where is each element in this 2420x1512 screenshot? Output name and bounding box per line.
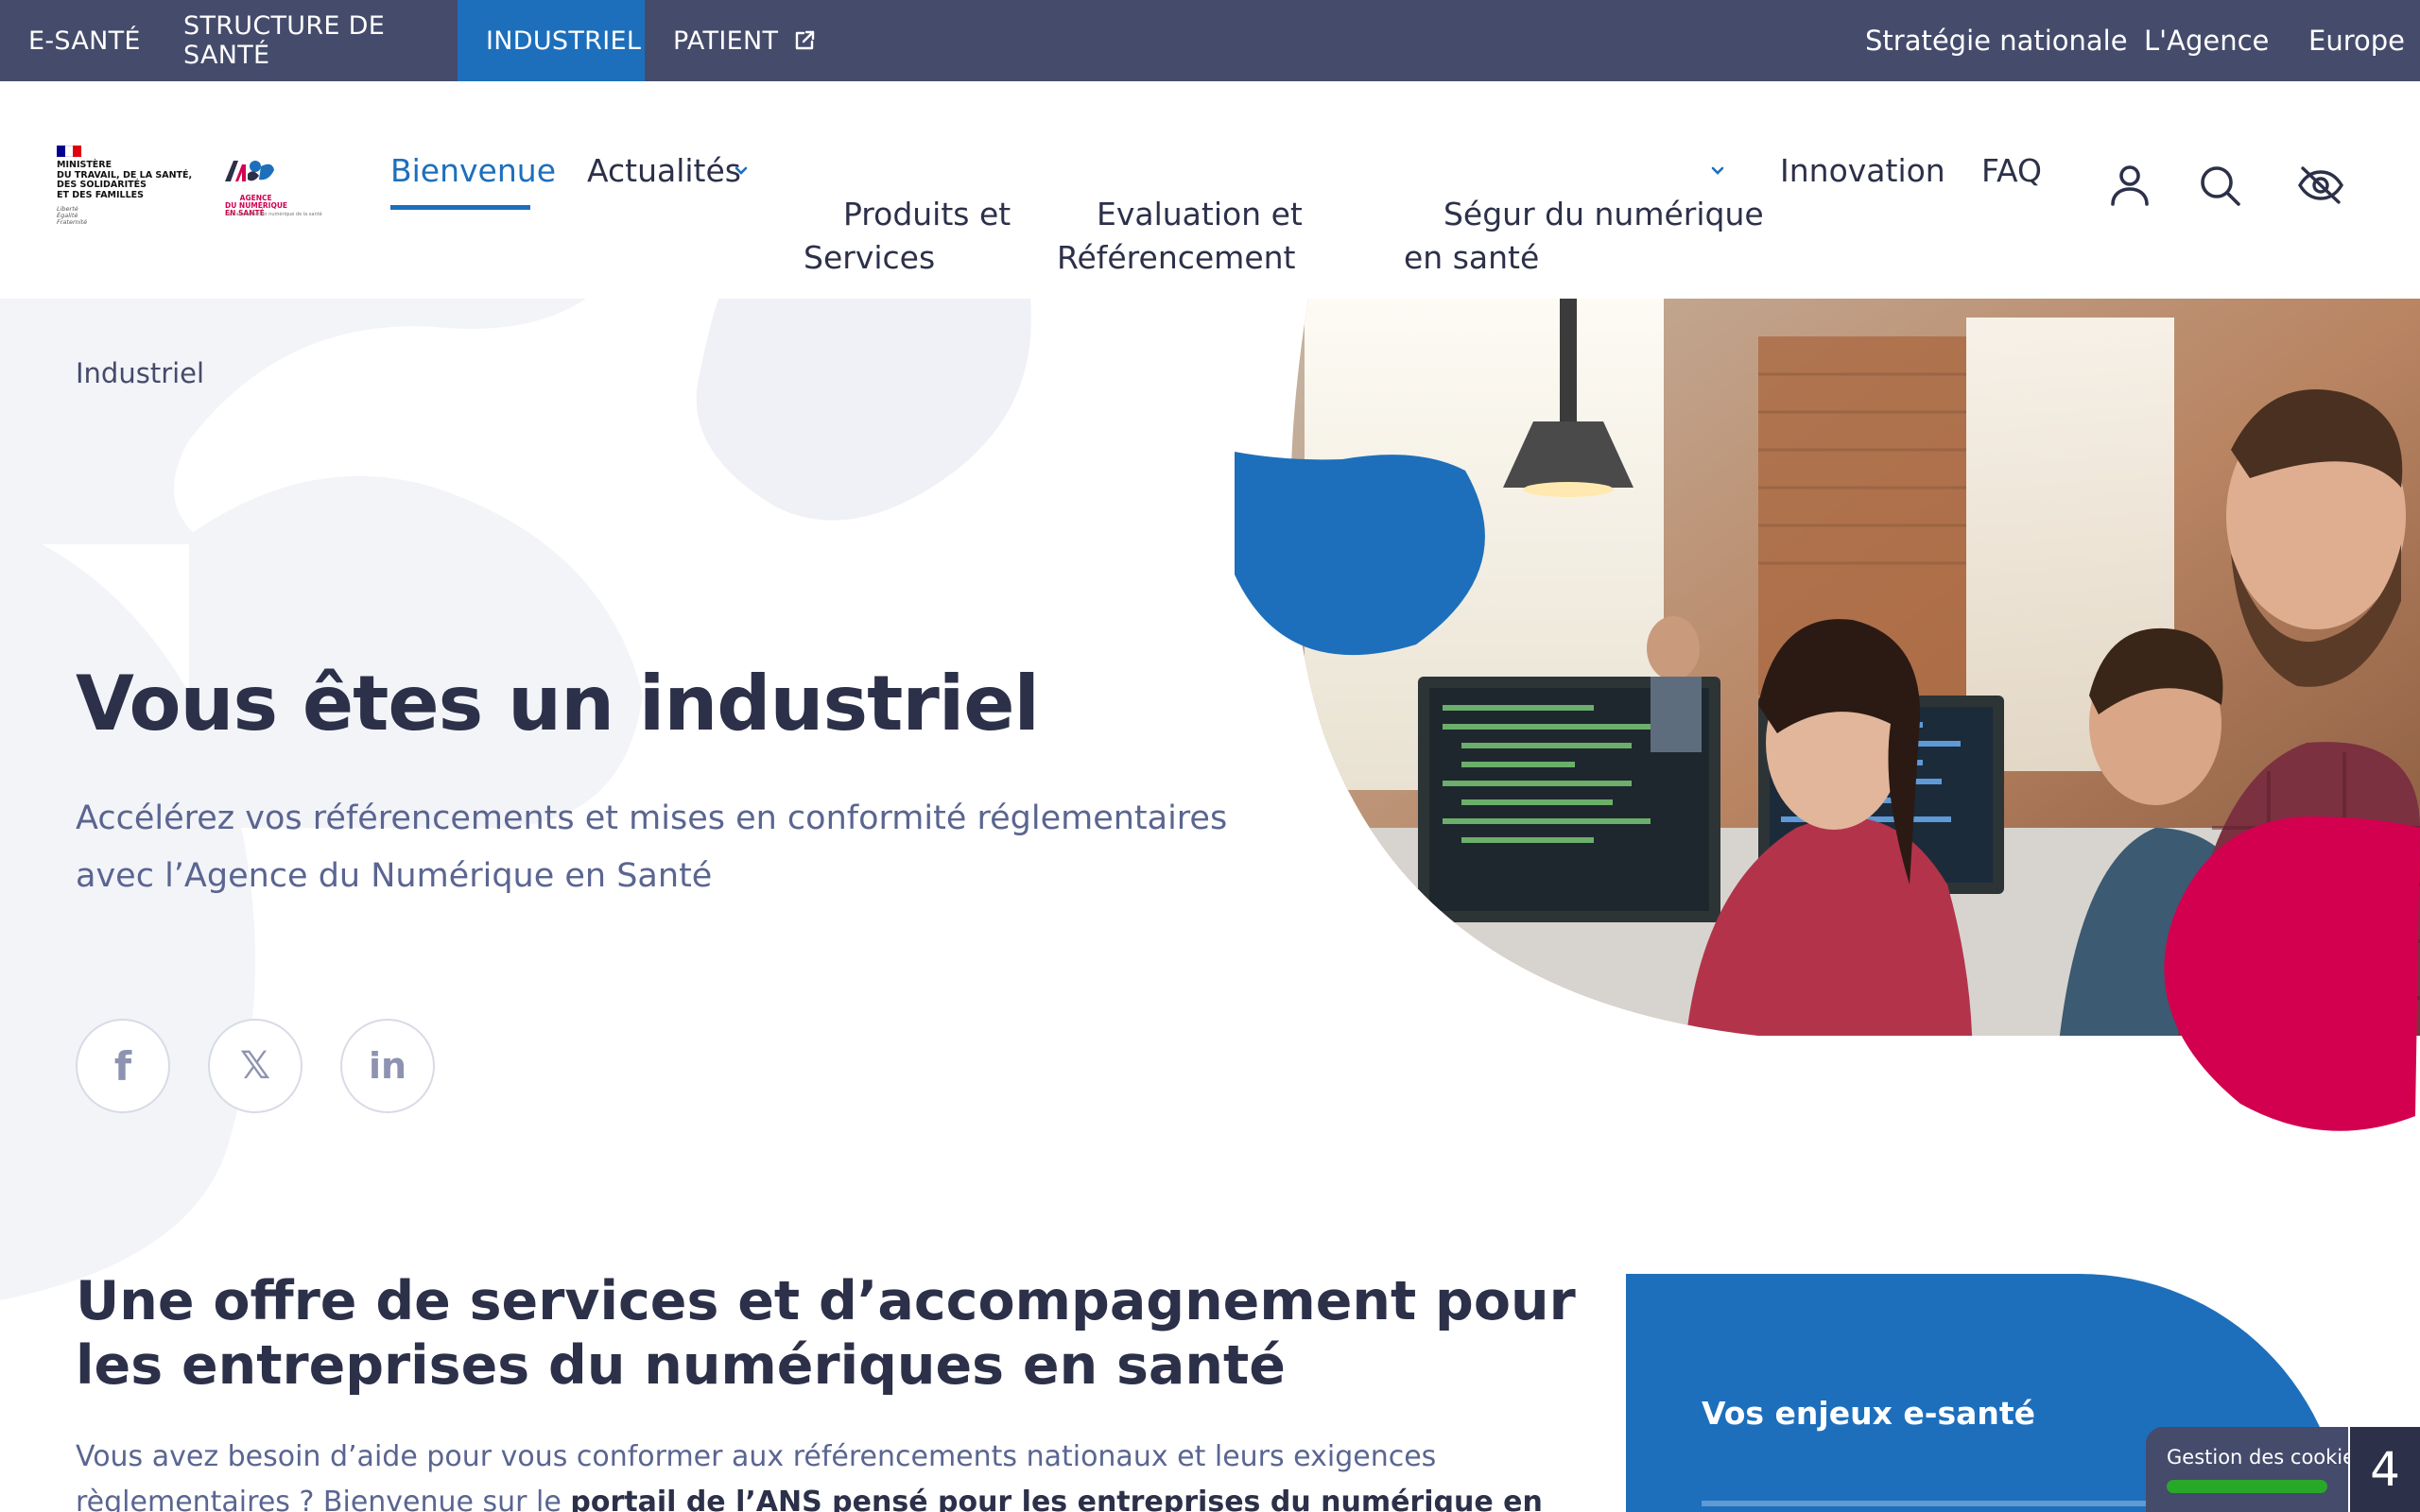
ans-logo[interactable]: AGENCE DU NUMÉRIQUE EN SANTÉ La transfor… [223, 157, 322, 225]
ministry-name: MINISTÈRE DU TRAVAIL, DE LA SANTÉ, DES S… [57, 160, 193, 200]
nav-label: Ségur du numérique en santé [1404, 196, 1764, 276]
link-label: Europe [2308, 25, 2405, 57]
user-icon[interactable] [2108, 163, 2152, 208]
section-title: Une offre de services et d’accompagnemen… [76, 1270, 1576, 1397]
cookie-manager-label: Gestion des cookies [2167, 1446, 2365, 1469]
top-bar: E-SANTÉ STRUCTURE DE SANTÉ INDUSTRIEL PA… [0, 0, 2420, 81]
nav-faq[interactable]: FAQ [1981, 149, 2042, 193]
external-link-icon [796, 30, 815, 50]
search-icon[interactable] [2197, 163, 2242, 208]
page-subtitle: Accélérez vos référencements et mises en… [76, 799, 1228, 895]
tab-label: INDUSTRIEL [486, 26, 642, 56]
nav-label: Bienvenue [390, 152, 556, 189]
tab-e-sante[interactable]: E-SANTÉ [0, 0, 155, 81]
tab-label: E-SANTÉ [28, 26, 141, 56]
nav-active-indicator [390, 205, 530, 210]
tab-structure-de-sante[interactable]: STRUCTURE DE SANTÉ [155, 0, 458, 81]
breadcrumb-item[interactable]: Industriel [76, 357, 204, 389]
cookie-status-bar [2167, 1480, 2327, 1493]
tab-patient[interactable]: PATIENT [645, 0, 834, 81]
share-x-button[interactable]: 𝕏 [208, 1019, 302, 1113]
french-flag-icon [57, 146, 82, 157]
share-linkedin-button[interactable]: in [340, 1019, 435, 1113]
chevron-down-icon[interactable] [733, 162, 750, 179]
page-title: Vous êtes un industriel [76, 660, 1040, 747]
link-label: L'Agence [2144, 25, 2270, 57]
cookie-manager[interactable]: Gestion des cookies 4 [2146, 1427, 2420, 1512]
cookie-count-badge[interactable]: 4 [2350, 1427, 2420, 1512]
card-title: Vos enjeux e-santé [1702, 1395, 2036, 1432]
card-text-placeholder [1702, 1501, 2174, 1506]
nav-label: Innovation [1780, 152, 1945, 189]
linkedin-icon: in [368, 1045, 407, 1087]
share-facebook-button[interactable]: f [76, 1019, 170, 1113]
link-agence[interactable]: L'Agence [2144, 0, 2269, 81]
section-text: Vous avez besoin d’aide pour vous confor… [76, 1435, 1588, 1512]
ans-logo-mark-icon [225, 161, 274, 181]
ministry-logo[interactable]: MINISTÈRE DU TRAVAIL, DE LA SANTÉ, DES S… [55, 146, 192, 231]
eye-slash-icon[interactable] [2297, 164, 2344, 206]
nav-label: Produits et Services [804, 196, 1011, 276]
nav-evaluation-referencement[interactable]: Evaluation et Référencement [1057, 149, 1303, 323]
breadcrumb: Industriel [76, 357, 204, 389]
nav-produits-services[interactable]: Produits et Services [804, 149, 1011, 323]
nav-label: Actualités [587, 152, 741, 189]
link-strategie-nationale[interactable]: Stratégie nationale [1865, 0, 2128, 81]
hero-image [1235, 299, 2420, 1131]
tab-industriel[interactable]: INDUSTRIEL [458, 0, 645, 81]
ans-name: AGENCE DU NUMÉRIQUE EN SANTÉ [225, 187, 287, 225]
nav-label: FAQ [1981, 152, 2042, 189]
chevron-down-icon[interactable] [1709, 162, 1726, 179]
link-europe[interactable]: Europe [2308, 0, 2405, 81]
cookie-manager-panel[interactable]: Gestion des cookies [2146, 1427, 2365, 1512]
link-label: Stratégie nationale [1865, 25, 2128, 57]
tab-label: PATIENT [673, 26, 779, 56]
site-header: MINISTÈRE DU TRAVAIL, DE LA SANTÉ, DES S… [0, 81, 2420, 299]
nav-label: Evaluation et Référencement [1057, 196, 1303, 276]
facebook-icon: f [113, 1042, 132, 1090]
ministry-motto: Liberté Égalité Fraternité [57, 205, 88, 226]
nav-actualites[interactable]: Actualités [587, 149, 741, 193]
nav-bienvenue[interactable]: Bienvenue [390, 149, 556, 193]
x-icon: 𝕏 [239, 1044, 271, 1088]
nav-innovation[interactable]: Innovation [1780, 149, 1945, 193]
tab-label: STRUCTURE DE SANTÉ [183, 11, 386, 70]
ans-tagline: La transformation numérique de la santé [225, 212, 322, 217]
